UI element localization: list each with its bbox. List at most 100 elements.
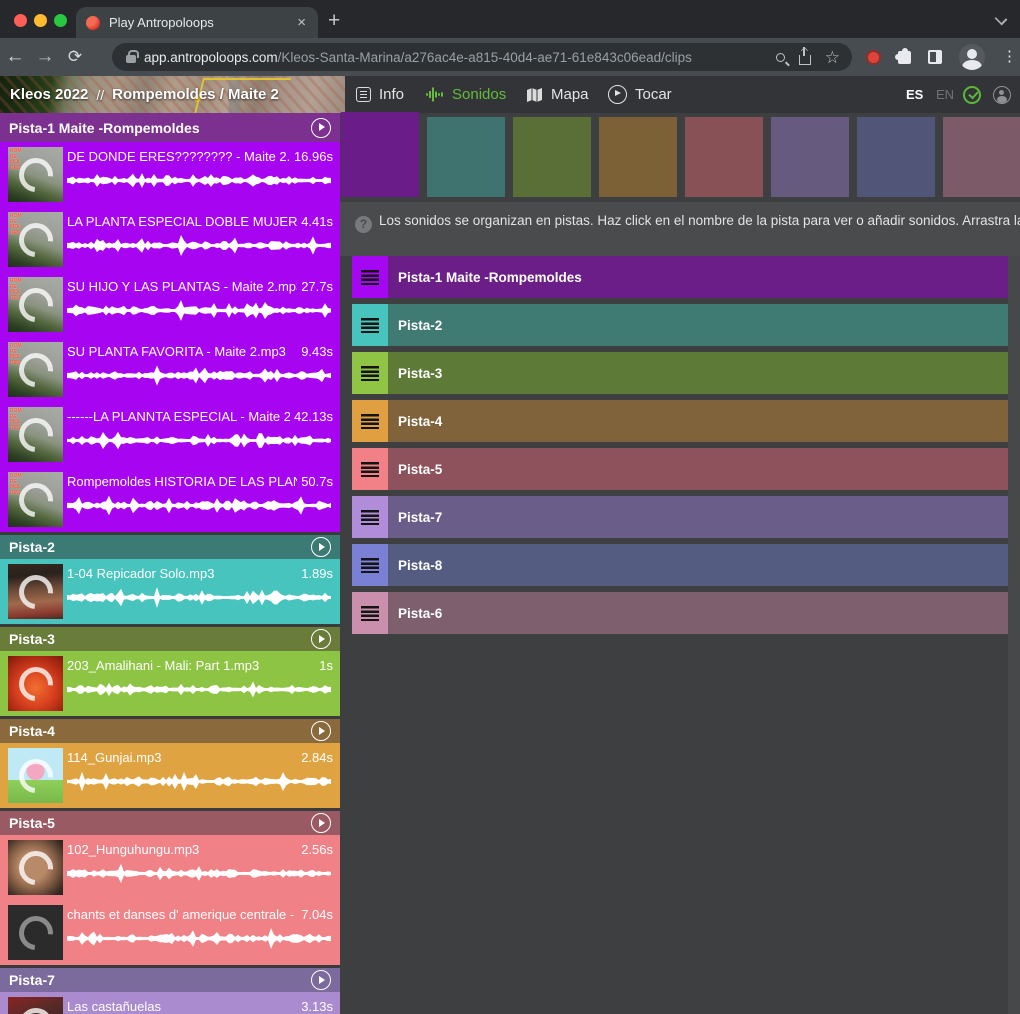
clip-thumbnail	[8, 748, 63, 803]
track-row[interactable]: Pista-7	[352, 496, 1008, 538]
drag-handle[interactable]	[352, 496, 388, 538]
clip-title-row: 102_Hunguhungu.mp32.56s	[67, 842, 333, 857]
track-row[interactable]: Pista-3	[352, 352, 1008, 394]
drag-handle[interactable]	[352, 544, 388, 586]
track-color-swatch[interactable]	[943, 117, 1020, 197]
clip-title: 1-04 Repicador Solo.mp3	[67, 566, 297, 581]
track-color-swatch[interactable]	[685, 117, 763, 197]
track-section-header[interactable]: Pista-2	[0, 535, 340, 559]
breadcrumb: Kleos 2022 // Rompemoldes / Maite 2	[10, 76, 279, 113]
browser-menu-icon[interactable]: ⋮	[1002, 54, 1008, 60]
play-track-button[interactable]	[311, 118, 331, 138]
track-color-swatch[interactable]	[341, 112, 419, 197]
track-section-header[interactable]: Pista-1 Maite -Rompemoldes	[0, 113, 340, 142]
reload-button[interactable]: ⟳	[60, 47, 90, 67]
forward-button[interactable]: →	[30, 46, 60, 68]
clip-title-row: 1-04 Repicador Solo.mp31.89s	[67, 566, 333, 581]
extensions-puzzle-icon[interactable]	[898, 51, 911, 64]
loading-arc-icon	[12, 568, 60, 616]
bookmark-star-icon[interactable]: ☆	[825, 49, 840, 66]
track-color-swatch[interactable]	[513, 117, 591, 197]
minimize-window-button[interactable]	[34, 14, 47, 27]
track-section-header[interactable]: Pista-7	[0, 968, 340, 992]
audio-clip[interactable]: 114_Gunjai.mp32.84s	[0, 743, 340, 808]
audio-clip[interactable]: 102_Hunguhungu.mp32.56s	[0, 835, 340, 900]
play-track-button[interactable]	[311, 537, 331, 557]
side-panel-icon[interactable]	[928, 50, 942, 64]
clip-title: 102_Hunguhungu.mp3	[67, 842, 297, 857]
play-track-button[interactable]	[311, 629, 331, 649]
track-row[interactable]: Pista-4	[352, 400, 1008, 442]
drag-handle[interactable]	[352, 448, 388, 490]
new-tab-button[interactable]: +	[328, 9, 340, 33]
play-track-button[interactable]	[311, 721, 331, 741]
audio-clip[interactable]: ROM PE MOL DESSU PLANTA FAVORITA - Maite…	[0, 337, 340, 402]
track-color-swatch[interactable]	[427, 117, 505, 197]
scrollbar-gutter[interactable]	[1008, 202, 1020, 1014]
audio-clip[interactable]: ROM PE MOL DESDE DONDE ERES???????? - Ma…	[0, 142, 340, 207]
clip-title-row: Rompemoldes HISTORIA DE LAS PLANTAS...50…	[67, 474, 333, 489]
track-section-header[interactable]: Pista-3	[0, 627, 340, 651]
lang-en-button[interactable]: EN	[936, 76, 954, 113]
audio-clip[interactable]: ROM PE MOL DESLA PLANTA ESPECIAL DOBLE M…	[0, 207, 340, 272]
tab-search-chevron-icon[interactable]	[996, 13, 1006, 23]
url-domain: app.antropoloops.com	[144, 50, 278, 65]
track-section-header[interactable]: Pista-5	[0, 811, 340, 835]
track-label: Pista-4	[398, 414, 442, 429]
clip-list: ROM PE MOL DESDE DONDE ERES???????? - Ma…	[0, 142, 340, 532]
drag-handle[interactable]	[352, 400, 388, 442]
record-extension-icon[interactable]	[866, 50, 881, 65]
clip-thumbnail	[8, 905, 63, 960]
address-bar[interactable]: app.antropoloops.com/Kleos-Santa-Marina/…	[112, 43, 852, 71]
clip-title: 203_Amalihani - Mali: Part 1.mp3	[67, 658, 315, 673]
waveform	[67, 234, 333, 257]
track-color-swatch[interactable]	[771, 117, 849, 197]
track-row[interactable]: Pista-2	[352, 304, 1008, 346]
share-icon[interactable]	[799, 55, 811, 65]
tab-close-icon[interactable]: ×	[295, 15, 308, 30]
zoom-window-button[interactable]	[54, 14, 67, 27]
track-color-swatch-row	[341, 112, 1020, 197]
audio-clip[interactable]: ROM PE MOL DESRompemoldes HISTORIA DE LA…	[0, 467, 340, 532]
waveform	[67, 927, 333, 950]
track-label: Pista-1 Maite -Rompemoldes	[398, 270, 582, 285]
drag-handle[interactable]	[352, 352, 388, 394]
play-track-button[interactable]	[311, 813, 331, 833]
track-label: Pista-2	[398, 318, 442, 333]
tab-mapa[interactable]: Mapa	[526, 76, 589, 113]
loading-arc-icon	[12, 909, 60, 957]
close-window-button[interactable]	[14, 14, 27, 27]
audio-clip[interactable]: chants et danses d' amerique centrale - …	[0, 900, 340, 965]
loading-arc-icon	[12, 1001, 60, 1014]
track-section-header[interactable]: Pista-4	[0, 719, 340, 743]
account-button[interactable]	[993, 76, 1011, 113]
back-button[interactable]: ←	[0, 46, 30, 68]
tab-sonidos[interactable]: Sonidos	[426, 76, 506, 113]
zoom-icon[interactable]	[776, 53, 785, 62]
track-color-swatch[interactable]	[857, 117, 935, 197]
drag-handle[interactable]	[352, 304, 388, 346]
browser-tab[interactable]: Play Antropoloops ×	[76, 7, 318, 38]
audio-clip[interactable]: Las castañuelas3.13s	[0, 992, 340, 1014]
tab-tocar[interactable]: Tocar	[608, 76, 672, 113]
track-color-swatch[interactable]	[599, 117, 677, 197]
drag-handle-icon	[361, 270, 379, 285]
waveform	[67, 364, 333, 387]
track-row[interactable]: Pista-6	[352, 592, 1008, 634]
audio-clip[interactable]: 203_Amalihani - Mali: Part 1.mp31s	[0, 651, 340, 716]
track-row[interactable]: Pista-5	[352, 448, 1008, 490]
lang-es-button[interactable]: ES	[906, 76, 923, 113]
track-section-name: Pista-4	[9, 723, 55, 739]
track-row[interactable]: Pista-1 Maite -Rompemoldes	[352, 256, 1008, 298]
drag-handle[interactable]	[352, 592, 388, 634]
tab-info[interactable]: Info	[356, 76, 404, 113]
audio-clip[interactable]: ROM PE MOL DES------LA PLANNTA ESPECIAL …	[0, 402, 340, 467]
status-check-button[interactable]	[963, 76, 981, 113]
drag-handle[interactable]	[352, 256, 388, 298]
profile-avatar[interactable]	[959, 44, 985, 70]
audio-clip[interactable]: 1-04 Repicador Solo.mp31.89s	[0, 559, 340, 624]
clip-duration: 9.43s	[301, 344, 333, 359]
audio-clip[interactable]: ROM PE MOL DESSU HIJO Y LAS PLANTAS - Ma…	[0, 272, 340, 337]
play-track-button[interactable]	[311, 970, 331, 990]
track-row[interactable]: Pista-8	[352, 544, 1008, 586]
